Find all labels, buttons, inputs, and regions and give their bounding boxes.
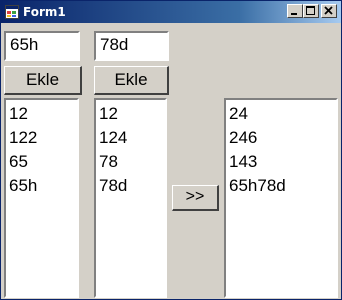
combine-button[interactable]: >> <box>172 185 219 211</box>
list-item[interactable]: 12 <box>99 102 165 126</box>
form-client-area: 65h Ekle 12 122 65 65h 78d Ekle 12 124 7… <box>1 23 341 299</box>
minimize-button[interactable] <box>287 4 303 18</box>
middle-input[interactable]: 78d <box>94 31 169 61</box>
left-listbox[interactable]: 12 122 65 65h <box>4 98 79 298</box>
app-icon <box>5 5 19 19</box>
list-item[interactable]: 143 <box>229 150 336 174</box>
middle-listbox[interactable]: 12 124 78 78d <box>94 98 167 298</box>
list-item[interactable]: 65h78d <box>229 174 336 198</box>
list-item[interactable]: 24 <box>229 102 336 126</box>
maximize-icon <box>306 6 315 15</box>
left-add-button[interactable]: Ekle <box>4 66 82 95</box>
list-item[interactable]: 78 <box>99 150 165 174</box>
close-icon <box>324 6 333 15</box>
middle-add-button[interactable]: Ekle <box>94 66 169 95</box>
list-item[interactable]: 65 <box>9 150 77 174</box>
list-item[interactable]: 122 <box>9 126 77 150</box>
left-input[interactable]: 65h <box>4 31 80 61</box>
close-button[interactable] <box>321 4 337 18</box>
form1-window: Form1 65h Ekle 12 122 65 65h 78d Ekle 12… <box>0 0 342 300</box>
list-item[interactable]: 65h <box>9 174 77 198</box>
list-item[interactable]: 78d <box>99 174 165 198</box>
minimize-icon <box>291 13 297 15</box>
list-item[interactable]: 124 <box>99 126 165 150</box>
maximize-button[interactable] <box>303 4 319 18</box>
window-title: Form1 <box>23 5 66 19</box>
list-item[interactable]: 12 <box>9 102 77 126</box>
list-item[interactable]: 246 <box>229 126 336 150</box>
title-bar[interactable]: Form1 <box>1 1 341 23</box>
result-listbox[interactable]: 24 246 143 65h78d <box>224 98 338 298</box>
